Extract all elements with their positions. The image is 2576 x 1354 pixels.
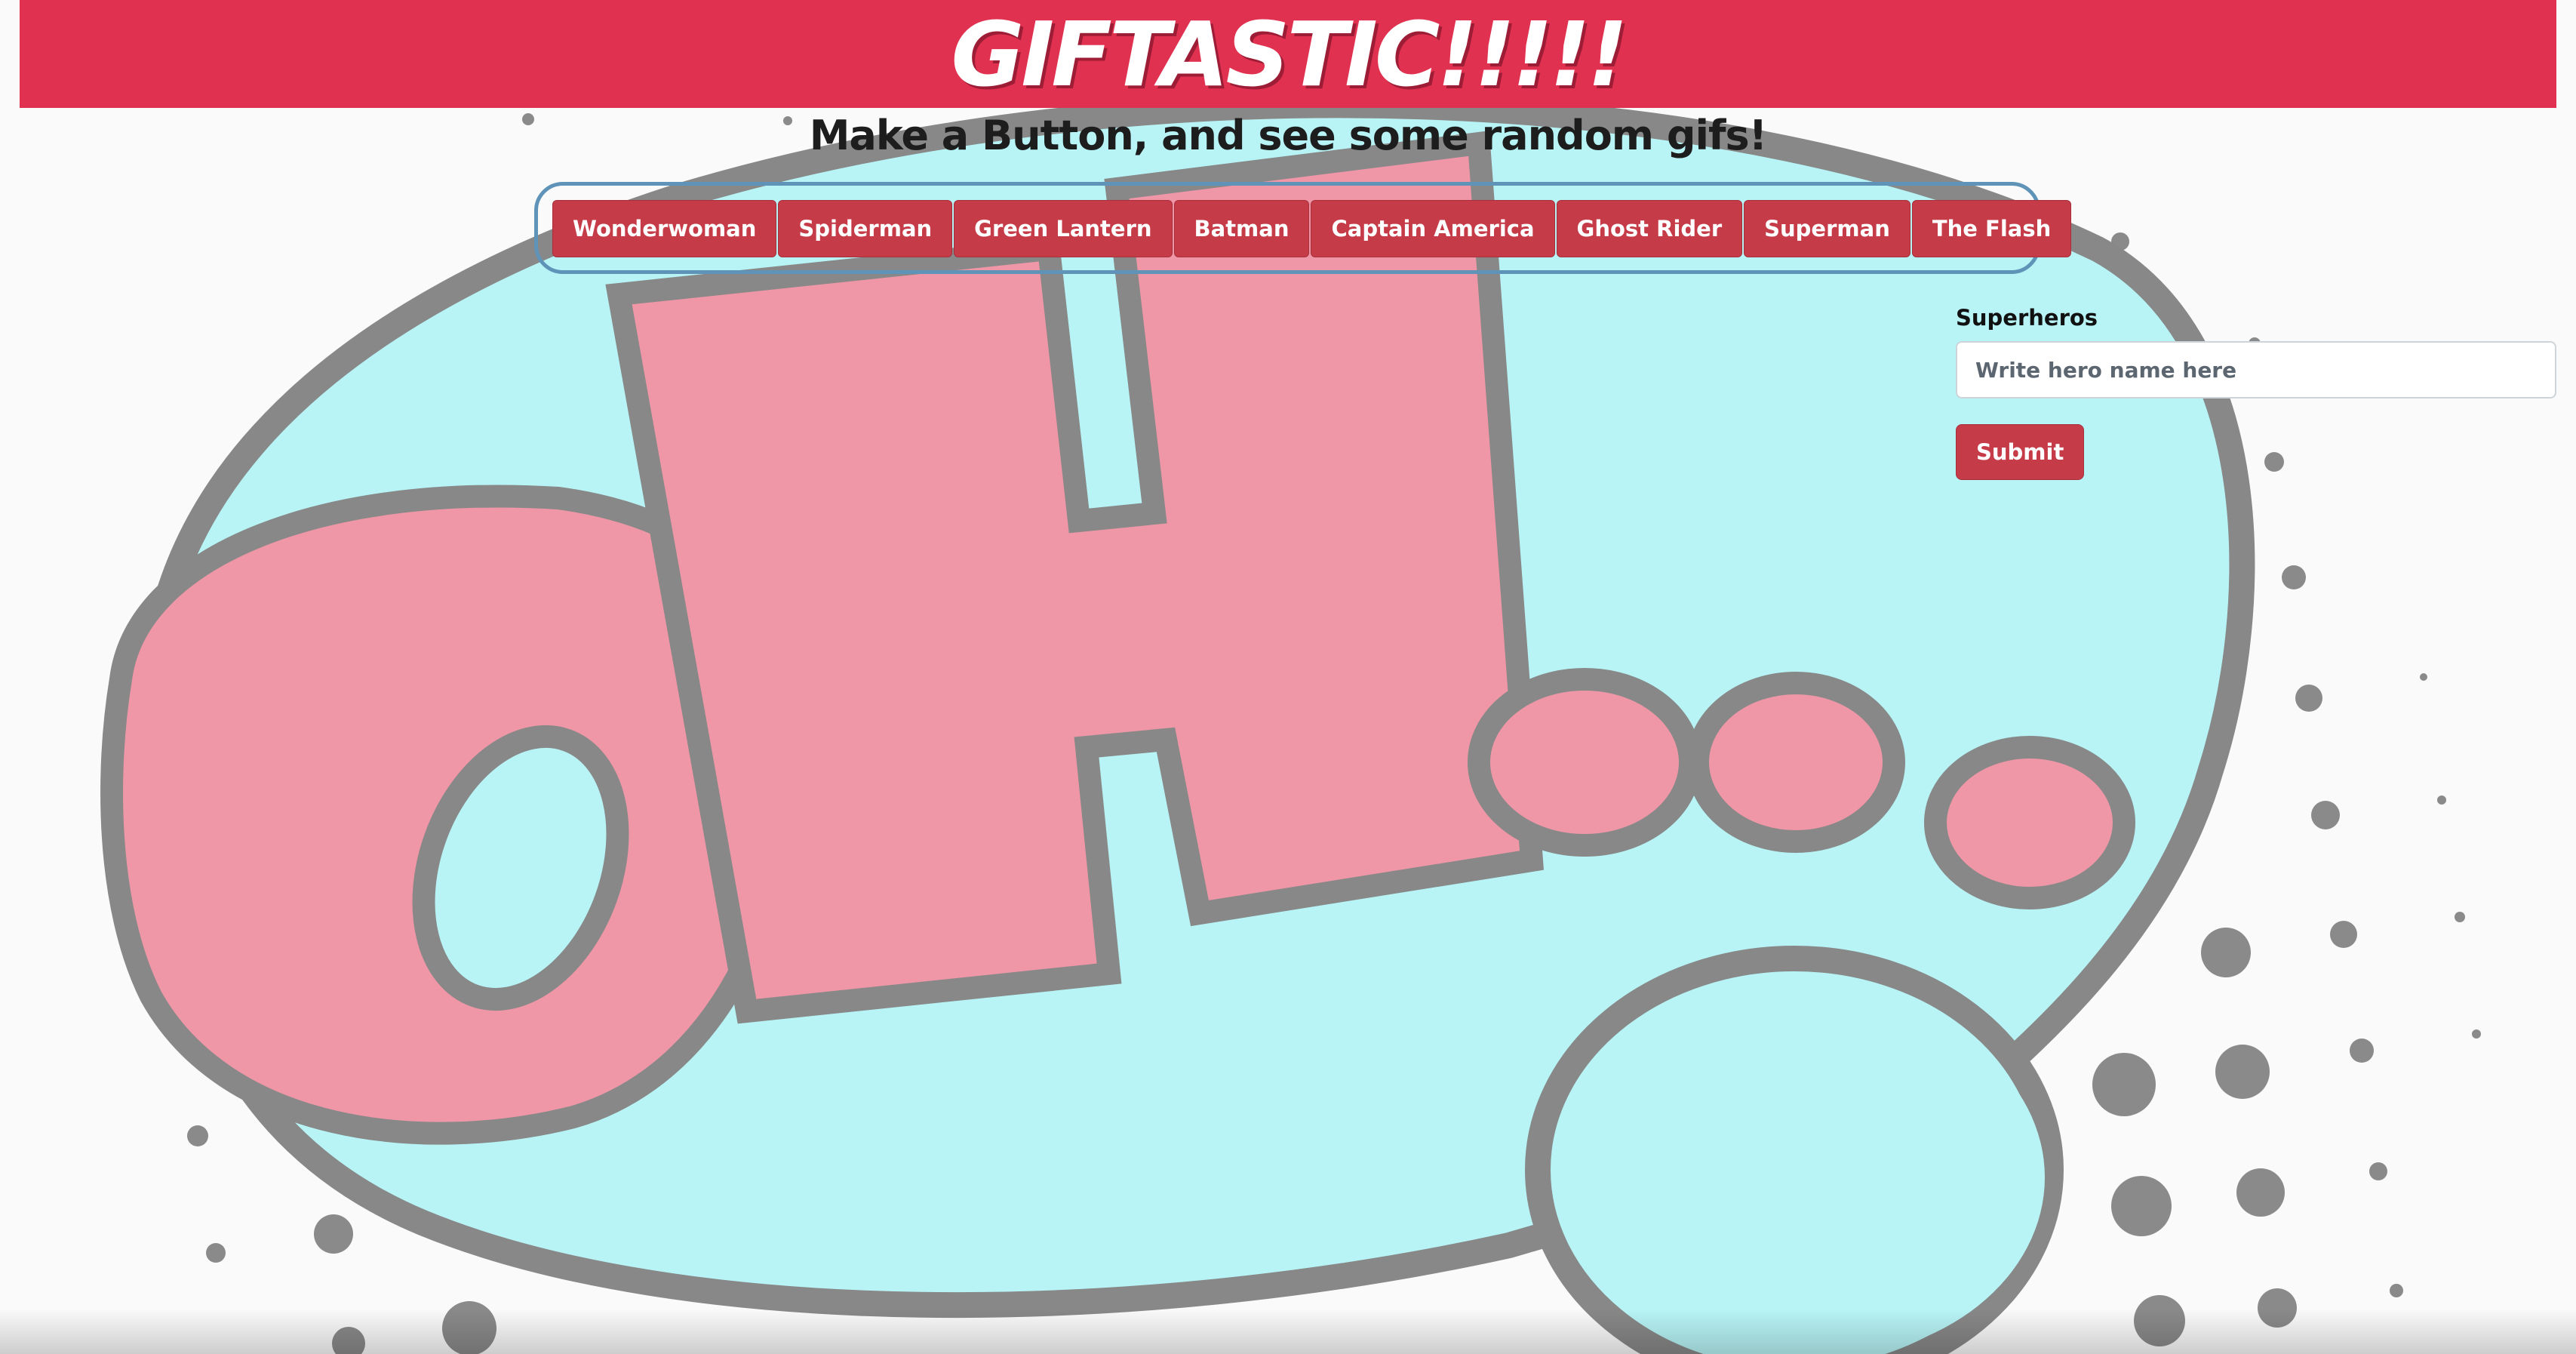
superheros-label: Superheros <box>1956 305 2098 331</box>
hero-button-row: Wonderwoman Spiderman Green Lantern Batm… <box>552 200 2073 257</box>
add-hero-form: Superheros Submit <box>1956 305 2556 480</box>
header-bar: GIFTASTIC!!!!! <box>20 0 2556 108</box>
page-title: GIFTASTIC!!!!! <box>951 2 1628 106</box>
hero-button-superman[interactable]: Superman <box>1744 200 1910 257</box>
submit-button[interactable]: Submit <box>1956 424 2085 480</box>
hero-button-captain-america[interactable]: Captain America <box>1311 200 1555 257</box>
hero-button-ghost-rider[interactable]: Ghost Rider <box>1556 200 1743 257</box>
bottom-shade <box>0 1309 2576 1354</box>
hero-button-green-lantern[interactable]: Green Lantern <box>954 200 1173 257</box>
hero-name-input[interactable] <box>1956 341 2556 399</box>
hero-button-spiderman[interactable]: Spiderman <box>778 200 953 257</box>
page-subtitle: Make a Button, and see some random gifs! <box>809 112 1768 159</box>
hero-button-batman[interactable]: Batman <box>1173 200 1310 257</box>
hero-button-wonderwoman[interactable]: Wonderwoman <box>552 200 777 257</box>
hero-button-the-flash[interactable]: The Flash <box>1911 200 2072 257</box>
